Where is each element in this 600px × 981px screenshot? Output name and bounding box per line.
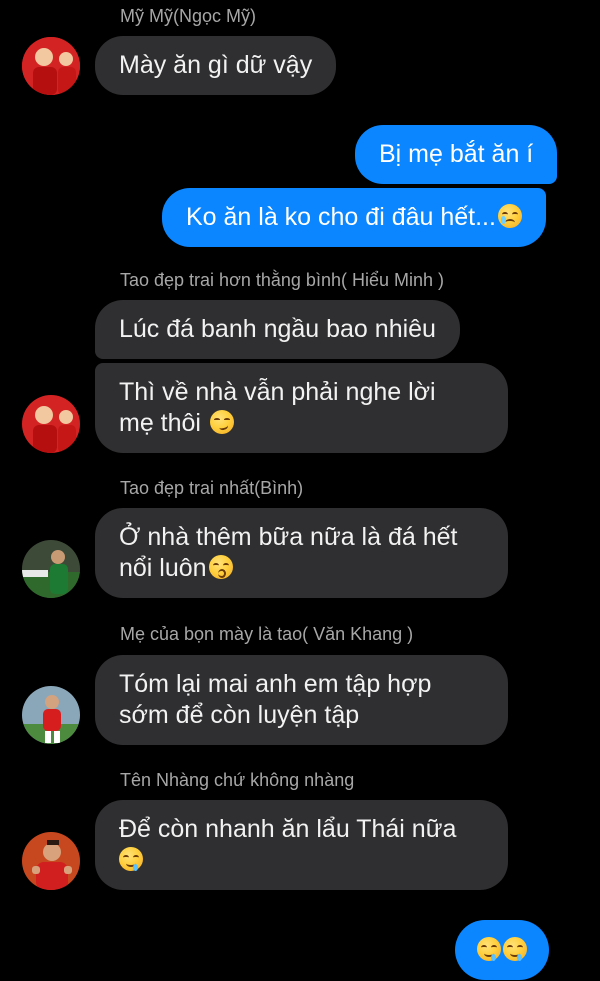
message-bubble-outgoing[interactable]: Ko ăn là ko cho đi đâu hết...: [162, 188, 546, 247]
player-avatar-icon: [22, 832, 80, 890]
player-avatar-icon: [22, 540, 80, 598]
sender-name: Tao đẹp trai hơn thằng bình( Hiểu Minh ): [120, 270, 444, 290]
message-bubble[interactable]: Lúc đá banh ngầu bao nhiêu: [95, 300, 460, 359]
message-text-line: Để còn nhanh ăn lẩu Thái nữa: [119, 815, 457, 843]
message-text: Lúc đá banh ngầu bao nhiêu: [119, 315, 436, 343]
message-text-line: sớm để còn luyện tập: [119, 701, 360, 729]
player-avatar-icon: [22, 686, 80, 744]
smirking-face-icon: [209, 410, 234, 434]
avatar[interactable]: [22, 37, 80, 95]
avatar[interactable]: [22, 540, 80, 598]
sender-name: Mẹ của bọn mày là tao( Văn Khang ): [120, 624, 414, 644]
message-bubble[interactable]: Thì về nhà vẫn phải nghe lời mẹ thôi: [95, 363, 508, 453]
drooling-face-icon: [119, 847, 143, 871]
message-bubble[interactable]: Ở nhà thêm bữa nữa là đá hết nổi luôn: [95, 508, 508, 598]
kissing-face-icon: [208, 555, 233, 579]
player-avatar-icon: [22, 37, 80, 95]
message-text-line: Thì về nhà vẫn phải nghe lời: [119, 378, 436, 406]
avatar[interactable]: [22, 686, 80, 744]
message-text: Ko ăn là ko cho đi đâu hết...: [186, 203, 496, 231]
message-text-line: Ở nhà thêm bữa nữa là đá hết: [119, 523, 458, 551]
drooling-face-icon: [503, 937, 527, 961]
message-text-line: nổi luôn: [119, 554, 207, 582]
message-bubble[interactable]: Tóm lại mai anh em tập hợp sớm để còn lu…: [95, 655, 508, 745]
message-bubble-outgoing[interactable]: [455, 920, 549, 980]
message-text: Mày ăn gì dữ vậy: [119, 51, 313, 79]
sender-name: Tao đẹp trai nhất(Bình): [120, 478, 304, 498]
player-avatar-icon: [22, 395, 80, 453]
drooling-face-icon: [477, 937, 501, 961]
message-bubble-outgoing[interactable]: Bị mẹ bắt ăn í: [355, 125, 558, 184]
message-bubble[interactable]: Để còn nhanh ăn lẩu Thái nữa: [95, 800, 508, 890]
crying-face-icon: [497, 204, 522, 228]
message-bubble[interactable]: Mày ăn gì dữ vậy: [95, 36, 337, 95]
message-text-line: mẹ thôi: [119, 409, 201, 437]
sender-name: Mỹ Mỹ(Ngọc Mỹ): [120, 6, 256, 26]
sender-name: Tên Nhàng chứ không nhàng: [120, 770, 355, 790]
message-text: Bị mẹ bắt ăn í: [379, 140, 534, 168]
message-text-line: Tóm lại mai anh em tập hợp: [119, 670, 432, 698]
avatar[interactable]: [22, 832, 80, 890]
avatar[interactable]: [22, 395, 80, 453]
